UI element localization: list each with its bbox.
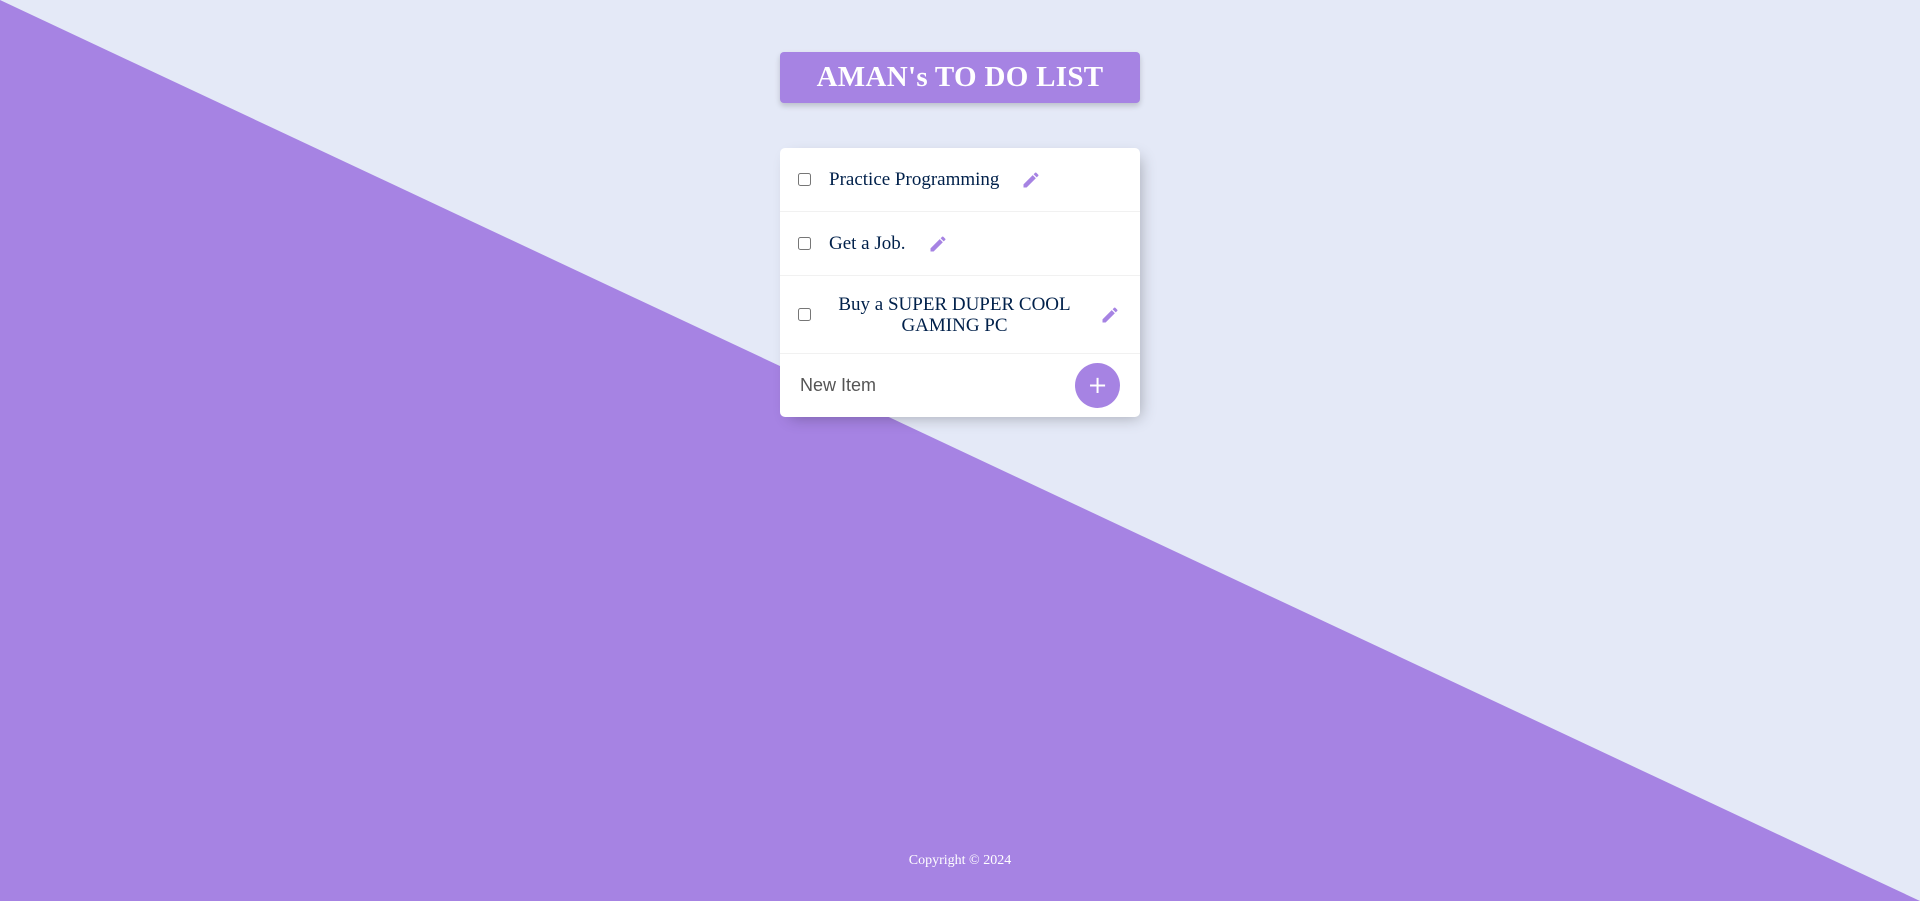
title-banner: AMAN's TO DO LIST	[780, 52, 1140, 103]
todo-item: Get a Job.	[780, 212, 1140, 276]
todo-checkbox[interactable]	[798, 308, 811, 321]
add-item-button[interactable]: +	[1075, 363, 1120, 408]
todo-item-label: Practice Programming	[829, 168, 1000, 190]
new-item-input[interactable]	[800, 375, 1075, 396]
pencil-icon[interactable]	[928, 234, 948, 254]
todo-item: Buy a SUPER DUPER COOL GAMING PC	[780, 276, 1140, 354]
todo-checkbox[interactable]	[798, 173, 811, 186]
copyright-text: Copyright © 2024	[908, 853, 1012, 868]
pencil-icon[interactable]	[1100, 305, 1120, 325]
page-title: AMAN's TO DO LIST	[816, 61, 1104, 93]
todo-item: Practice Programming	[780, 148, 1140, 212]
todo-list-card: Practice Programming Get a Job. Buy a SU…	[780, 148, 1140, 417]
background-diagonal-shape	[0, 0, 1920, 901]
todo-item-label: Buy a SUPER DUPER COOL GAMING PC	[838, 293, 1071, 336]
todo-checkbox[interactable]	[798, 237, 811, 250]
pencil-icon[interactable]	[1021, 170, 1041, 190]
new-item-form: +	[780, 354, 1140, 417]
todo-item-label: Get a Job.	[829, 232, 906, 254]
footer: Copyright © 2024	[0, 853, 1920, 869]
